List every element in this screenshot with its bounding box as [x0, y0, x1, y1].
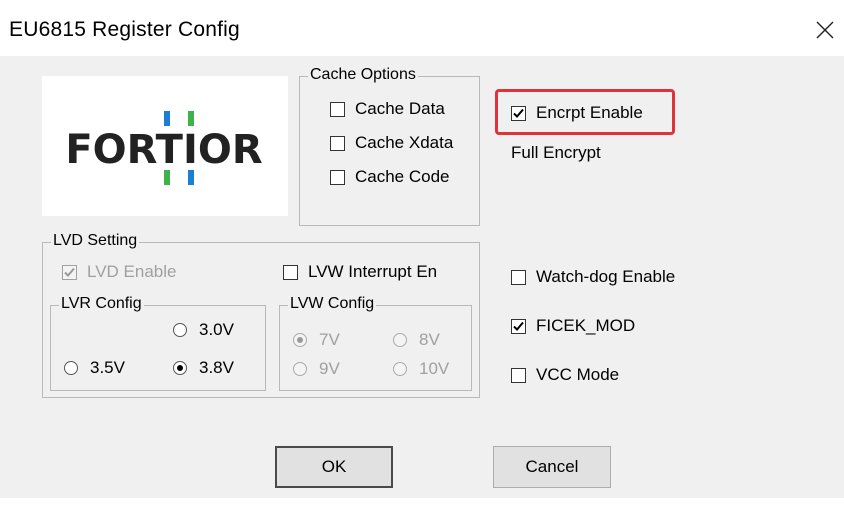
lvw-config-label: LVW Config: [288, 295, 377, 313]
lvd-enable-box[interactable]: [62, 264, 77, 280]
lvr-3-0v-label: 3.0V: [199, 320, 234, 339]
lvw-interrupt-box[interactable]: [283, 264, 298, 280]
ficek-mod-label: FICEK_MOD: [536, 316, 636, 335]
title-bar: EU6815 Register Config: [0, 0, 844, 56]
lvr-config-label: LVR Config: [59, 295, 144, 313]
encrypt-enable-checkbox[interactable]: Encrpt Enable: [511, 103, 643, 123]
lvw-interrupt-label: LVW Interrupt En: [308, 262, 438, 281]
watchdog-enable-label: Watch-dog Enable: [536, 267, 676, 286]
lvd-enable-label: LVD Enable: [87, 262, 177, 281]
lvw-9v-label: 9V: [319, 359, 340, 378]
window-title: EU6815 Register Config: [9, 18, 240, 41]
lvr-3-0v-circle[interactable]: [173, 323, 187, 337]
vcc-mode-box[interactable]: [511, 367, 526, 383]
watchdog-enable-checkbox[interactable]: Watch-dog Enable: [511, 267, 675, 287]
fortior-logo: FORTIOR: [42, 76, 288, 216]
lvd-setting-label: LVD Setting: [51, 232, 140, 250]
lvw-10v-circle[interactable]: [393, 362, 407, 376]
cache-code-checkbox[interactable]: Cache Code: [330, 167, 450, 187]
lvr-3-8v-circle[interactable]: [173, 361, 187, 375]
vcc-mode-label: VCC Mode: [536, 365, 620, 384]
logo-wordmark: FORTIOR: [65, 127, 262, 173]
encrypt-enable-box[interactable]: [511, 105, 526, 121]
lvw-9v-radio[interactable]: 9V: [293, 359, 340, 379]
close-icon: [816, 21, 834, 39]
checkmark-icon: [64, 267, 75, 277]
full-encrypt-text: Full Encrypt: [511, 143, 601, 162]
close-button[interactable]: [808, 12, 844, 48]
cache-code-box[interactable]: [330, 169, 345, 185]
lvw-10v-label: 10V: [419, 359, 450, 378]
cache-xdata-box[interactable]: [330, 135, 345, 151]
checkmark-icon: [513, 108, 524, 118]
lvr-3-5v-radio[interactable]: 3.5V: [64, 358, 125, 378]
ok-button[interactable]: OK: [275, 446, 393, 488]
ficek-mod-box[interactable]: [511, 318, 526, 334]
lvw-10v-radio[interactable]: 10V: [393, 359, 449, 379]
lvw-8v-circle[interactable]: [393, 333, 407, 347]
cache-data-label: Cache Data: [355, 99, 445, 118]
checkmark-icon: [513, 321, 524, 331]
cache-options-label: Cache Options: [308, 66, 418, 84]
lvw-8v-label: 8V: [419, 330, 440, 349]
lvr-3-5v-circle[interactable]: [64, 361, 78, 375]
bottom-strip: [0, 498, 844, 505]
cache-xdata-checkbox[interactable]: Cache Xdata: [330, 133, 453, 153]
cancel-button[interactable]: Cancel: [493, 446, 611, 488]
lvr-3-8v-radio[interactable]: 3.8V: [173, 358, 234, 378]
lvw-7v-label: 7V: [319, 330, 340, 349]
lvw-7v-radio[interactable]: 7V: [293, 330, 340, 350]
lvw-8v-radio[interactable]: 8V: [393, 330, 440, 350]
lvw-9v-circle[interactable]: [293, 362, 307, 376]
cache-code-label: Cache Code: [355, 167, 450, 186]
lvr-3-8v-label: 3.8V: [199, 358, 234, 377]
lvw-interrupt-checkbox[interactable]: LVW Interrupt En: [283, 262, 437, 282]
vcc-mode-checkbox[interactable]: VCC Mode: [511, 365, 619, 385]
cache-data-checkbox[interactable]: Cache Data: [330, 99, 445, 119]
lvw-7v-circle[interactable]: [293, 333, 307, 347]
lvd-enable-checkbox[interactable]: LVD Enable: [62, 262, 176, 282]
cache-data-box[interactable]: [330, 101, 345, 117]
lvr-config-group: LVR Config: [50, 295, 266, 391]
watchdog-enable-box[interactable]: [511, 269, 526, 285]
ficek-mod-checkbox[interactable]: FICEK_MOD: [511, 316, 635, 336]
lvr-3-5v-label: 3.5V: [90, 358, 125, 377]
cache-xdata-label: Cache Xdata: [355, 133, 454, 152]
fortior-logo-image: FORTIOR: [65, 111, 263, 185]
lvr-3-0v-radio[interactable]: 3.0V: [173, 320, 234, 340]
encrypt-enable-label: Encrpt Enable: [536, 103, 643, 122]
